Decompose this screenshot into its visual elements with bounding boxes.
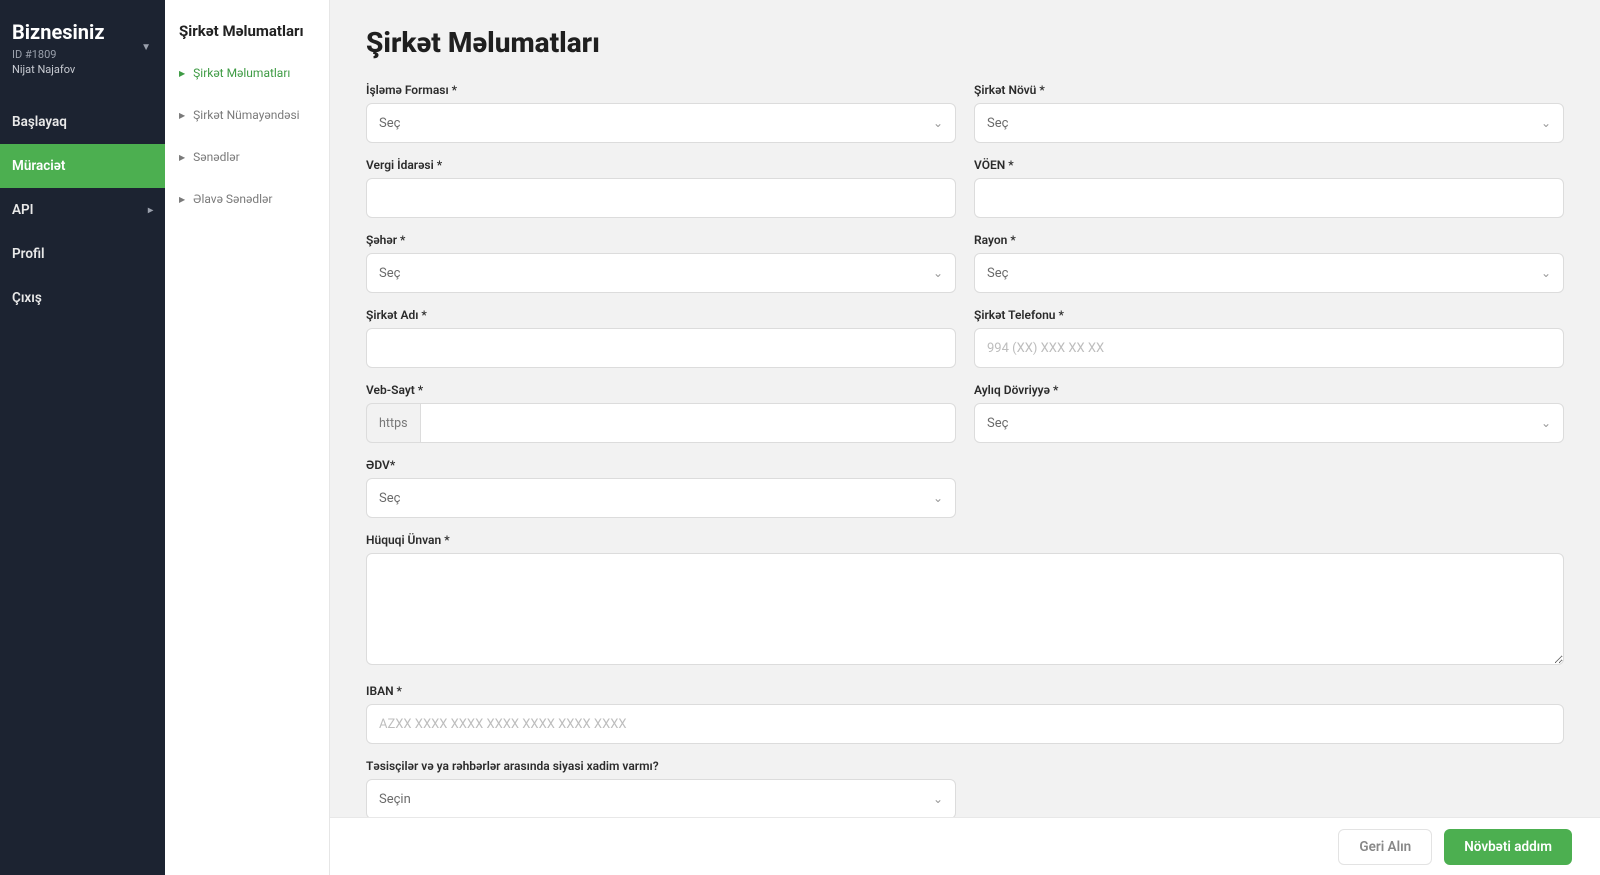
chevron-right-icon: ▸ [148, 205, 153, 216]
nav-profile[interactable]: Profil [0, 232, 165, 276]
select-company-type[interactable]: Seç⌄ [974, 103, 1564, 143]
label-voen: VÖEN * [974, 158, 1564, 172]
label-monthly-turnover: Aylıq Dövriyyə * [974, 383, 1564, 397]
label-city: Şəhər * [366, 233, 956, 247]
chevron-down-icon: ⌄ [933, 116, 943, 130]
chevron-down-icon: ⌄ [1541, 116, 1551, 130]
main-nav: Başlayaq Müraciət API▸ Profil Çıxış [0, 100, 165, 320]
label-tax-office: Vergi İdarəsi * [366, 158, 956, 172]
triangle-icon: ▶ [179, 195, 185, 204]
select-political[interactable]: Seçin⌄ [366, 779, 956, 819]
back-button[interactable]: Geri Alın [1338, 829, 1432, 865]
subnav-documents[interactable]: ▶Sənədlər [179, 150, 315, 164]
input-company-name[interactable] [366, 328, 956, 368]
brand-name: Biznesiniz [12, 20, 153, 44]
chevron-down-icon: ⌄ [933, 266, 943, 280]
main-content: Şirkət Məlumatları İşləmə Forması * Seç⌄… [330, 0, 1600, 875]
input-tax-office[interactable] [366, 178, 956, 218]
subnav-company-rep[interactable]: ▶Şirkət Nümayəndəsi [179, 108, 315, 122]
input-voen[interactable] [974, 178, 1564, 218]
website-prefix: https [366, 403, 420, 443]
sidebar-header[interactable]: Biznesiniz ID #1809 Nijat Najafov ▼ [0, 0, 165, 90]
label-website: Veb-Sayt * [366, 383, 956, 397]
brand-id: ID #1809 [12, 48, 153, 61]
input-company-phone[interactable] [974, 328, 1564, 368]
next-button[interactable]: Növbəti addım [1444, 829, 1572, 865]
label-company-phone: Şirkət Telefonu * [974, 308, 1564, 322]
nav-apply[interactable]: Müraciət [0, 144, 165, 188]
select-district[interactable]: Seç⌄ [974, 253, 1564, 293]
label-political: Təsisçilər və ya rəhbərlər arasında siya… [366, 759, 956, 773]
chevron-down-icon: ⌄ [1541, 266, 1551, 280]
label-legal-address: Hüquqi Ünvan * [366, 533, 1564, 547]
chevron-down-icon: ⌄ [1541, 416, 1551, 430]
nav-logout[interactable]: Çıxış [0, 276, 165, 320]
select-vat[interactable]: Seç⌄ [366, 478, 956, 518]
subnav-extra-docs[interactable]: ▶Əlavə Sənədlər [179, 192, 315, 206]
chevron-down-icon: ⌄ [933, 491, 943, 505]
nav-start[interactable]: Başlayaq [0, 100, 165, 144]
select-monthly-turnover[interactable]: Seç⌄ [974, 403, 1564, 443]
label-company-type: Şirkət Növü * [974, 83, 1564, 97]
select-work-form[interactable]: Seç⌄ [366, 103, 956, 143]
input-website[interactable] [420, 403, 956, 443]
input-iban[interactable] [366, 704, 1564, 744]
subnav-company-info[interactable]: ▶Şirkət Məlumatları [179, 66, 315, 80]
triangle-icon: ▶ [179, 111, 185, 120]
subnav-title: Şirkət Məlumatları [179, 22, 315, 40]
subnav: Şirkət Məlumatları ▶Şirkət Məlumatları ▶… [165, 0, 330, 875]
label-district: Rayon * [974, 233, 1564, 247]
label-work-form: İşləmə Forması * [366, 83, 956, 97]
account-dropdown-icon[interactable]: ▼ [141, 42, 151, 53]
label-vat: ƏDV* [366, 458, 956, 472]
brand-user: Nijat Najafov [12, 63, 153, 76]
chevron-down-icon: ⌄ [933, 792, 943, 806]
page-title: Şirkət Məlumatları [366, 26, 1564, 59]
select-city[interactable]: Seç⌄ [366, 253, 956, 293]
triangle-icon: ▶ [179, 69, 185, 78]
textarea-legal-address[interactable] [366, 553, 1564, 665]
nav-api[interactable]: API▸ [0, 188, 165, 232]
footer-bar: Geri Alın Növbəti addım [330, 817, 1600, 875]
sidebar: Biznesiniz ID #1809 Nijat Najafov ▼ Başl… [0, 0, 165, 875]
triangle-icon: ▶ [179, 153, 185, 162]
label-iban: IBAN * [366, 684, 1564, 698]
label-company-name: Şirkət Adı * [366, 308, 956, 322]
